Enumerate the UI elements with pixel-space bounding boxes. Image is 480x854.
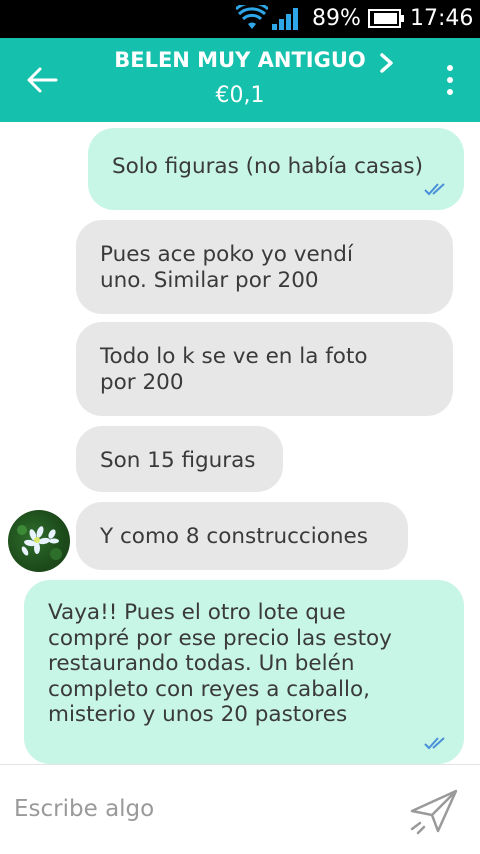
send-icon[interactable] (408, 785, 462, 835)
signal-icon (272, 8, 298, 30)
more-vertical-icon[interactable] (440, 62, 460, 102)
flower-icon (17, 525, 62, 560)
message-text: Solo figuras (no había casas) (112, 154, 424, 179)
message-input[interactable] (14, 787, 394, 831)
message-incoming: Pues ace poko yo vendí uno. Similar por … (76, 220, 453, 314)
avatar[interactable] (8, 510, 70, 572)
message-incoming: Son 15 figuras (76, 426, 283, 492)
composer (0, 764, 480, 854)
message-text: Y como 8 construcciones (100, 524, 368, 549)
message-outgoing: Vaya!! Pues el otro lote que compré por … (24, 580, 464, 764)
message-incoming: Y como 8 construcciones (76, 502, 408, 570)
status-bar: 89% 17:46 (0, 0, 480, 38)
message-text: Son 15 figuras (100, 448, 256, 473)
message-text: Todo lo k se ve en la foto por 200 (100, 344, 368, 395)
chat-header: BELEN MUY ANTIGUO €0,1 (0, 38, 480, 122)
listing-price: €0,1 (215, 83, 265, 108)
battery-percent: 89% (312, 6, 361, 31)
chevron-right-icon[interactable] (376, 52, 396, 74)
message-text: Pues ace poko yo vendí uno. Similar por … (100, 242, 353, 293)
wifi-icon (236, 5, 268, 29)
double-check-icon (424, 183, 445, 196)
message-text: Vaya!! Pues el otro lote que compré por … (48, 600, 392, 727)
message-list[interactable]: Solo figuras (no había casas) Pues ace p… (0, 122, 480, 764)
battery-icon (368, 9, 404, 28)
listing-title[interactable]: BELEN MUY ANTIGUO (0, 46, 480, 74)
clock: 17:46 (410, 6, 474, 31)
double-check-icon (424, 737, 445, 750)
message-incoming: Todo lo k se ve en la foto por 200 (76, 322, 453, 416)
message-outgoing: Solo figuras (no había casas) (88, 128, 464, 210)
